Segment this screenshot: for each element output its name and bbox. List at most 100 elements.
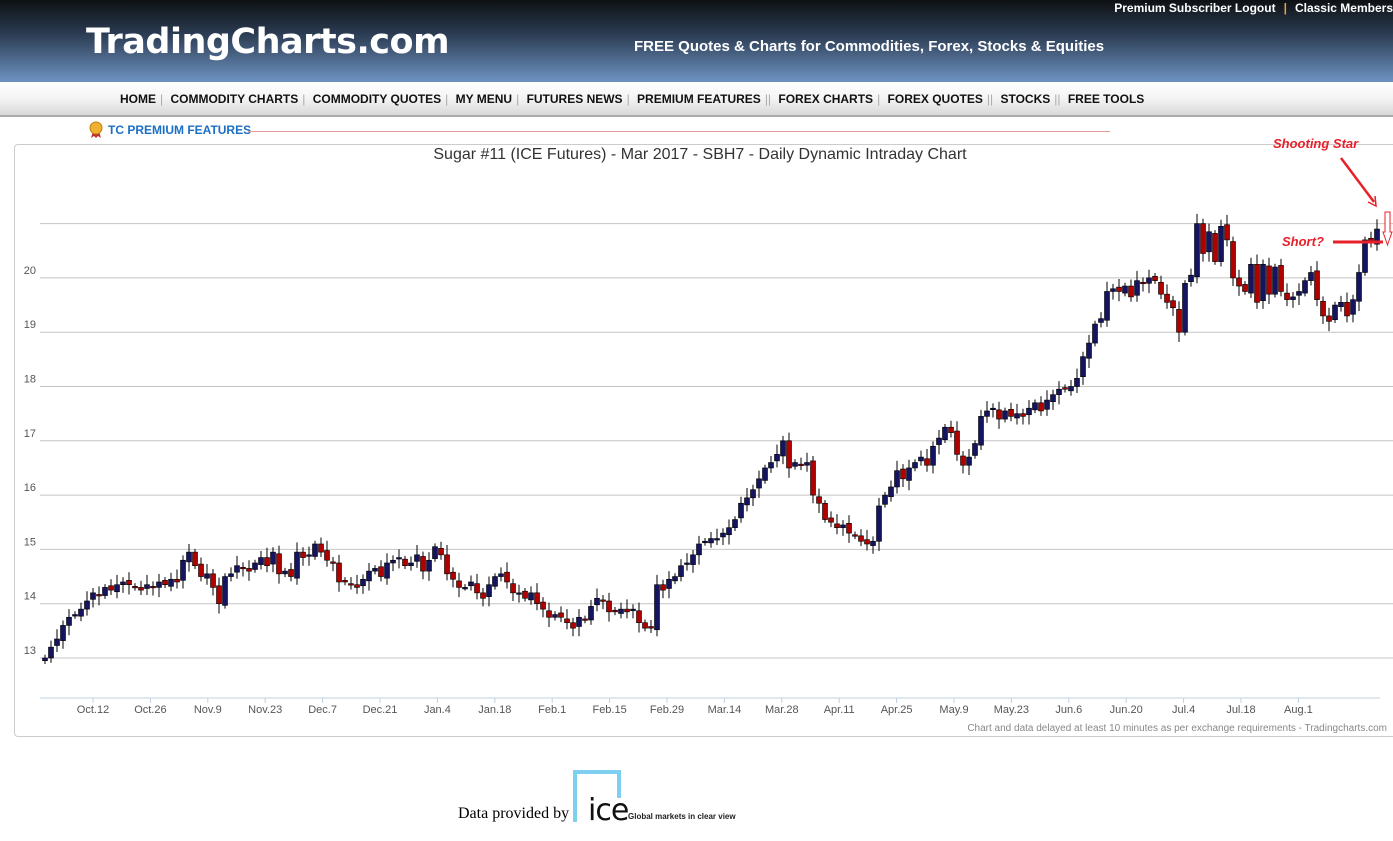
candle-up — [576, 616, 582, 627]
candle-up — [1362, 239, 1368, 273]
candle-down — [246, 568, 252, 572]
candle-down — [864, 539, 870, 545]
candle-up — [894, 470, 900, 488]
candle-up — [60, 625, 66, 641]
data-provided-by: Data provided by — [458, 805, 570, 822]
candle-up — [1074, 378, 1080, 387]
y-tick-label: 16 — [24, 482, 36, 494]
candle-up — [1110, 288, 1116, 292]
x-tick-label: Mar.14 — [708, 704, 742, 716]
candle-down — [546, 610, 552, 618]
candle-down — [954, 430, 960, 455]
candle-down — [834, 523, 840, 528]
candle-up — [360, 578, 366, 587]
candle-down — [210, 573, 216, 588]
candle-up — [708, 538, 714, 544]
candle-up — [84, 600, 90, 610]
candle-up — [54, 638, 60, 646]
candle-up — [468, 581, 474, 587]
candle-up — [696, 543, 702, 556]
candle-down — [534, 592, 540, 605]
candle-down — [558, 612, 564, 618]
candle-up — [762, 467, 768, 481]
candle-up — [66, 616, 72, 626]
candle-down — [150, 586, 156, 589]
annotation-arrow — [1340, 157, 1375, 203]
candle-down — [474, 583, 480, 594]
candle-up — [42, 657, 48, 662]
candle-down — [1200, 223, 1206, 254]
candle-up — [1182, 283, 1188, 333]
candle-down — [948, 426, 954, 433]
candle-down — [600, 599, 606, 602]
candle-down — [786, 440, 792, 469]
candle-up — [744, 497, 750, 506]
candle-up — [720, 532, 726, 538]
candle-down — [504, 571, 510, 583]
x-tick-label: Mar.28 — [765, 704, 799, 716]
candle-up — [666, 578, 672, 589]
candle-up — [312, 543, 318, 557]
candle-up — [984, 410, 990, 417]
candle-down — [108, 585, 114, 591]
x-tick-label: Jun.20 — [1110, 704, 1143, 716]
candle-down — [324, 550, 330, 561]
candle-down — [162, 580, 168, 585]
candle-down — [198, 563, 204, 577]
x-tick-label: Dec.7 — [308, 704, 337, 716]
candle-down — [1242, 284, 1248, 292]
candle-up — [678, 565, 684, 577]
y-tick-label: 13 — [24, 645, 36, 657]
candle-up — [1350, 299, 1356, 315]
candle-down — [660, 584, 666, 591]
candle-down — [348, 583, 354, 586]
candle-up — [774, 454, 780, 462]
candle-up — [756, 478, 762, 489]
candle-down — [1224, 224, 1230, 241]
candle-down — [606, 600, 612, 613]
candle-down — [1230, 241, 1236, 279]
candle-up — [234, 565, 240, 573]
x-tick-label: Oct.12 — [77, 704, 109, 716]
candle-up — [1098, 318, 1104, 323]
candle-up — [222, 576, 228, 606]
annotation-shooting-star: Shooting Star — [1273, 136, 1359, 151]
y-tick-label: 15 — [24, 536, 36, 548]
candle-down — [96, 594, 102, 597]
candle-up — [1218, 226, 1224, 262]
candle-up — [1068, 386, 1074, 392]
candle-up — [702, 540, 708, 544]
candle-up — [492, 576, 498, 587]
candle-up — [1086, 342, 1092, 359]
candle-down — [240, 567, 246, 570]
candle-up — [306, 554, 312, 557]
candle-down — [264, 557, 270, 566]
candle-down — [1062, 387, 1068, 390]
candle-up — [906, 467, 912, 481]
candle-up — [120, 581, 126, 585]
candle-up — [630, 608, 636, 611]
candle-up — [144, 584, 150, 589]
y-tick-label: 18 — [24, 374, 36, 386]
candle-up — [654, 584, 660, 631]
x-tick-label: Apr.25 — [881, 704, 913, 716]
candle-down — [1314, 270, 1320, 300]
delay-note: Chart and data delayed at least 10 minut… — [967, 723, 1387, 734]
candle-up — [588, 606, 594, 621]
candle-down — [480, 592, 486, 599]
candle-down — [1116, 286, 1122, 292]
candle-up — [168, 578, 174, 587]
y-tick-label: 14 — [24, 591, 36, 603]
candle-down — [852, 534, 858, 537]
candle-down — [174, 578, 180, 583]
candle-up — [732, 519, 738, 528]
candle-down — [138, 587, 144, 591]
candle-up — [972, 443, 978, 456]
candle-up — [228, 573, 234, 577]
candle-up — [936, 437, 942, 445]
candle-up — [372, 568, 378, 572]
candle-up — [1290, 296, 1296, 300]
candle-up — [876, 505, 882, 542]
candle-down — [1152, 275, 1158, 281]
candle-down — [300, 551, 306, 558]
